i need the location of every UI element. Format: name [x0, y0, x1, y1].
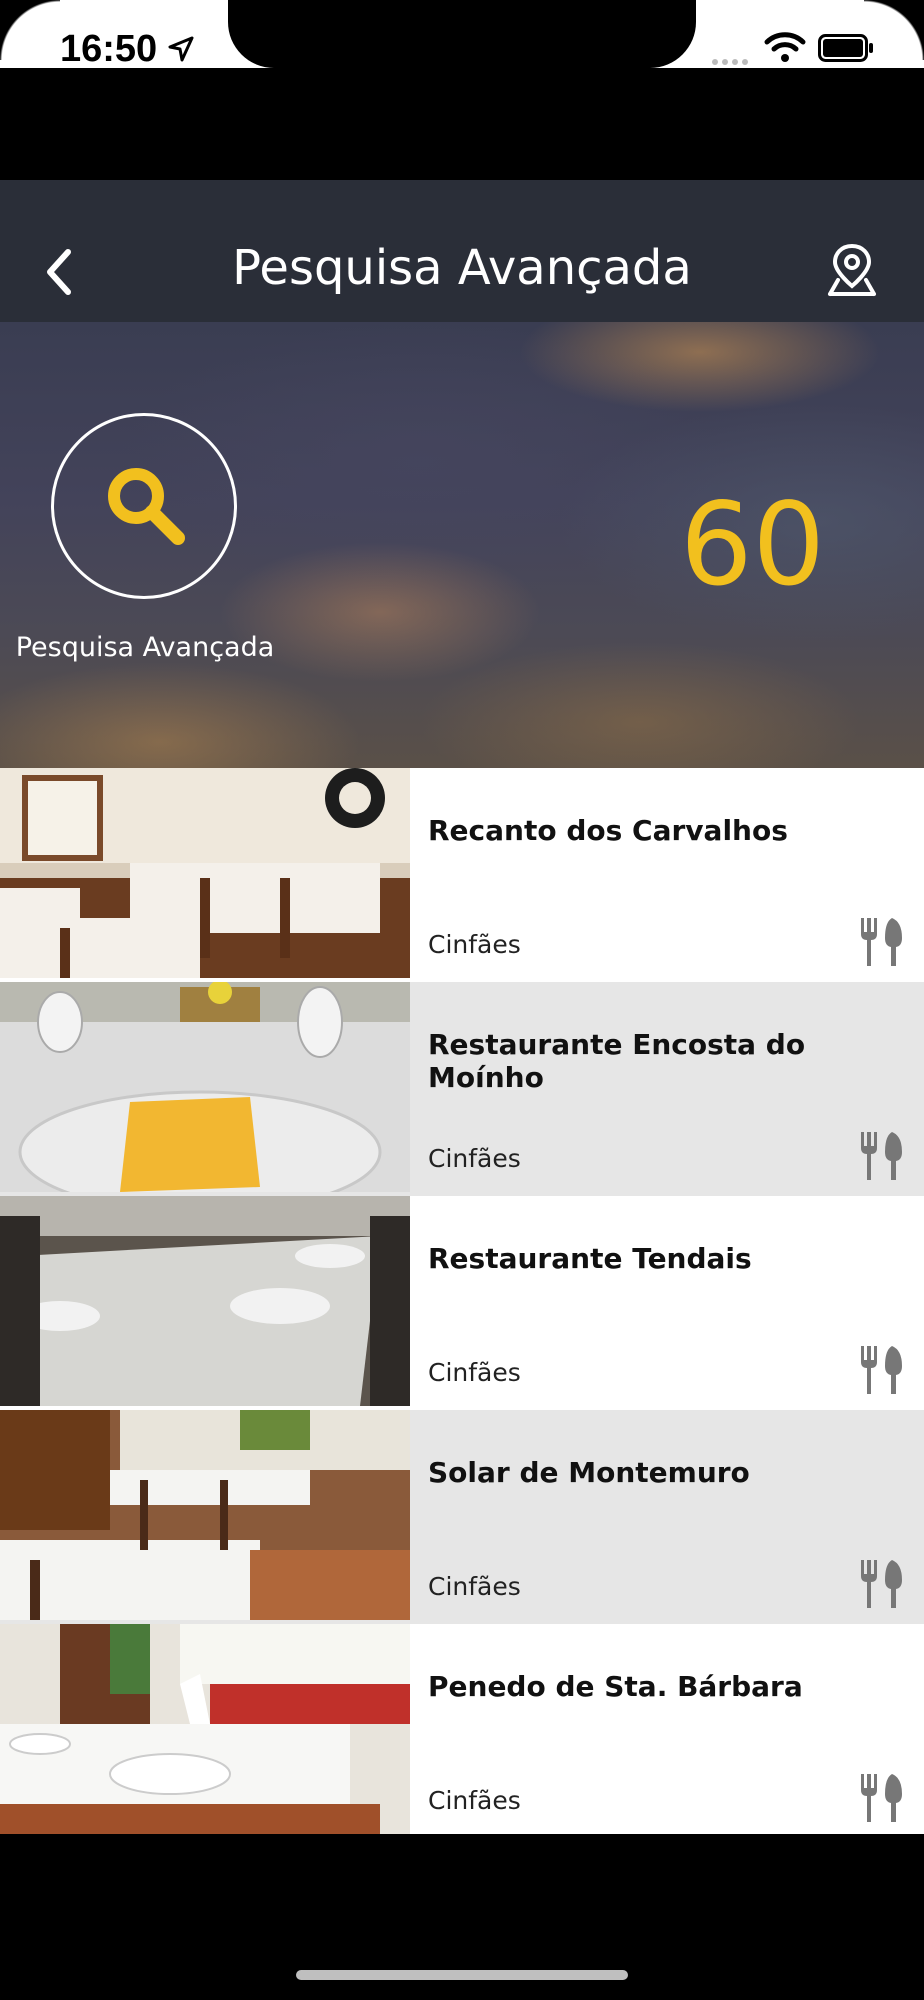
- notch: [228, 0, 696, 68]
- page-title: Pesquisa Avançada: [232, 240, 692, 296]
- restaurant-name: Restaurante Tendais: [428, 1242, 752, 1275]
- restaurant-photo: [0, 1410, 410, 1620]
- cellular-signal-icon: [712, 50, 752, 69]
- restaurant-photo: [0, 768, 410, 978]
- restaurant-name: Penedo de Sta. Bárbara: [428, 1670, 803, 1703]
- screen-corner: [0, 0, 60, 60]
- list-item[interactable]: Solar de Montemuro Cinfães: [0, 1410, 924, 1624]
- restaurant-photo: [0, 1196, 410, 1406]
- list-item[interactable]: Penedo de Sta. Bárbara Cinfães: [0, 1624, 924, 1834]
- restaurant-location: Cinfães: [428, 1572, 521, 1601]
- search-icon: [108, 468, 185, 545]
- status-time: 16:50: [60, 28, 158, 70]
- restaurant-location: Cinfães: [428, 930, 521, 959]
- restaurant-location: Cinfães: [428, 1358, 521, 1387]
- restaurant-location: Cinfães: [428, 1786, 521, 1815]
- restaurant-list: Recanto dos Carvalhos Cinfães Restaurant…: [0, 768, 924, 1834]
- restaurant-name: Solar de Montemuro: [428, 1456, 750, 1489]
- cutlery-icon: [861, 1132, 902, 1180]
- location-arrow-icon: [168, 36, 194, 62]
- cutlery-icon: [861, 918, 902, 966]
- status-bar-lower: [0, 68, 924, 180]
- wifi-icon: [764, 32, 806, 62]
- restaurant-name: Restaurante Encosta do Moínho: [428, 1028, 806, 1094]
- list-item[interactable]: Restaurante Tendais Cinfães: [0, 1196, 924, 1410]
- list-item[interactable]: Recanto dos Carvalhos Cinfães: [0, 768, 924, 982]
- results-count: 60: [680, 478, 826, 611]
- cutlery-icon: [861, 1346, 902, 1394]
- map-pin-icon[interactable]: [824, 242, 880, 298]
- cutlery-icon: [861, 1560, 902, 1608]
- list-item[interactable]: Restaurante Encosta do Moínho Cinfães: [0, 982, 924, 1196]
- home-indicator[interactable]: [296, 1970, 628, 1980]
- restaurant-photo: [0, 982, 410, 1192]
- battery-icon: [818, 34, 873, 62]
- restaurant-name: Recanto dos Carvalhos: [428, 814, 788, 847]
- restaurant-photo: [0, 1624, 410, 1834]
- advanced-search-label: Pesquisa Avançada: [15, 632, 275, 663]
- phone-screen: 16:50 Pesquisa Avançada Pesquisa Avançad…: [0, 0, 924, 2000]
- cutlery-icon: [861, 1774, 902, 1822]
- restaurant-location: Cinfães: [428, 1144, 521, 1173]
